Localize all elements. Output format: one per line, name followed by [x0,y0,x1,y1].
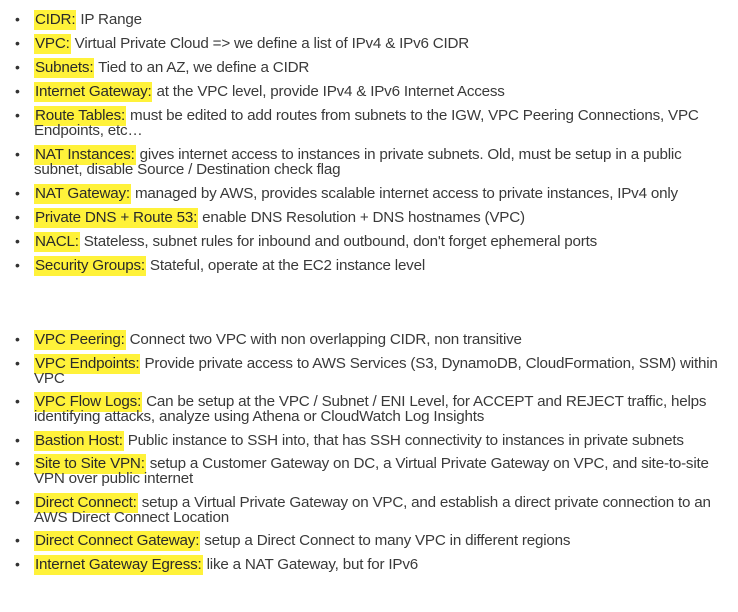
list-item: • VPC Flow Logs: Can be setup at the VPC … [0,392,738,424]
term-description: managed by AWS, provides scalable intern… [130,185,678,202]
list-item: • NACL: Stateless, subnet rules for inbou… [0,232,738,252]
bullet-icon: • [15,146,20,162]
bullet-icon: • [15,83,20,99]
highlighted-term: CIDR: [34,10,77,30]
highlighted-term: Bastion Host: [34,430,124,451]
highlighted-term: Subnets: [34,58,95,78]
list-item: • CIDR: IP Range [0,10,738,30]
list-item: • Private DNS + Route 53: enable DNS Reso… [0,208,738,228]
list-item: • Site to Site VPN: setup a Customer Gate… [0,454,738,486]
bullet-icon: • [15,431,20,448]
highlighted-term: Internet Gateway Egress: [34,554,203,575]
list-item: • VPC Endpoints: Provide private access t… [0,353,738,386]
bullet-icon: • [15,555,20,572]
highlighted-term: NACL: [34,232,80,252]
term-description: Stateless, subnet rules for inbound and … [79,233,598,250]
term-description: Virtual Private Cloud => we define a lis… [70,35,470,52]
bullet-icon: • [15,59,20,75]
bullet-icon: • [15,532,20,548]
bullet-icon: • [15,107,20,123]
list-item: • VPC: Virtual Private Cloud => we define… [0,34,738,54]
list-item: • Bastion Host: Public instance to SSH in… [0,430,738,451]
list-item: • NAT Gateway: managed by AWS, provides s… [0,184,738,204]
bullet-icon: • [15,354,20,371]
term-description: Connect two VPC with non overlapping CID… [125,331,522,348]
term-description: at the VPC level, provide IPv4 & IPv6 In… [152,83,505,100]
vpc-connectivity-list: • VPC Peering: Connect two VPC with non o… [0,330,738,580]
bullet-icon: • [15,35,20,51]
bullet-icon: • [15,331,20,347]
list-item: • Route Tables: must be edited to add rou… [0,106,738,139]
bullet-icon: • [15,455,20,471]
list-item: • Direct Connect Gateway: setup a Direct … [0,531,738,551]
term-description: Stateful, operate at the EC2 instance le… [145,257,426,274]
highlighted-term: Private DNS + Route 53: [34,208,199,228]
bullet-icon: • [15,233,20,249]
highlighted-term: Internet Gateway: [34,82,153,102]
term-description: like a NAT Gateway, but for IPv6 [202,555,419,573]
term-description: Tied to an AZ, we define a CIDR [94,59,310,76]
highlighted-term: Security Groups: [34,256,146,276]
bullet-icon: • [15,11,20,27]
term-description: IP Range [76,11,142,28]
bullet-icon: • [15,185,20,201]
list-item: • VPC Peering: Connect two VPC with non o… [0,330,738,350]
highlighted-term: VPC: [34,34,71,54]
bullet-icon: • [15,493,20,510]
term-description: enable DNS Resolution + DNS hostnames (V… [198,209,525,226]
list-item: • Internet Gateway Egress: like a NAT Gat… [0,554,738,575]
slide-page: • CIDR: IP Range • VPC: Virtual Private Cl… [0,0,738,612]
term-description: must be edited to add routes from subnet… [34,107,699,139]
term-description: setup a Direct Connect to many VPC in di… [200,532,571,549]
list-item: • Subnets: Tied to an AZ, we define a CID… [0,58,738,78]
highlighted-term: VPC Peering: [34,330,126,350]
list-item: • Direct Connect: setup a Virtual Private… [0,492,738,525]
list-item: • Security Groups: Stateful, operate at t… [0,256,738,276]
bullet-icon: • [15,257,20,273]
list-item: • Internet Gateway: at the VPC level, pro… [0,82,738,102]
list-item: • NAT Instances: gives internet access to… [0,145,738,177]
term-description: Public instance to SSH into, that has SS… [123,431,684,449]
bullet-icon: • [15,209,20,225]
highlighted-term: NAT Gateway: [34,184,131,204]
bullet-icon: • [15,393,20,409]
vpc-concepts-list: • CIDR: IP Range • VPC: Virtual Private Cl… [0,10,738,282]
highlighted-term: Direct Connect Gateway: [34,531,201,551]
